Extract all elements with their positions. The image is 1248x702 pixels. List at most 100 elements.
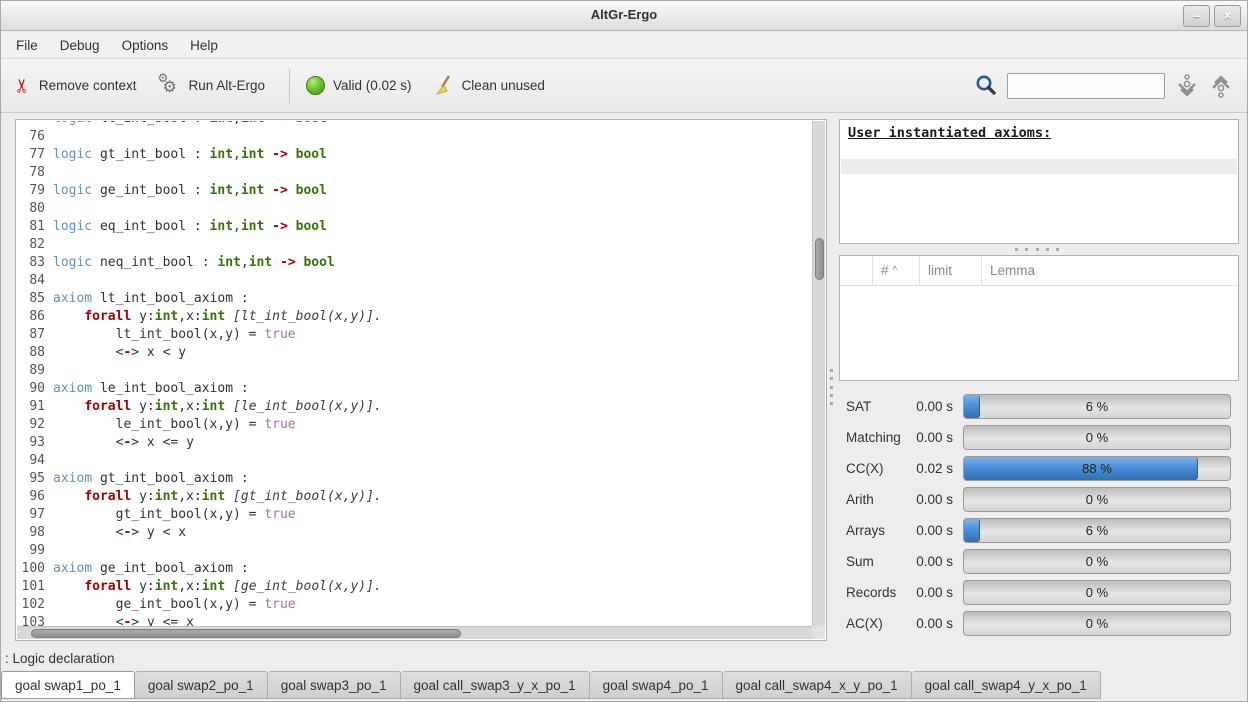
axioms-selected-row[interactable]: [841, 159, 1237, 174]
minimize-button[interactable]: –: [1183, 5, 1210, 27]
code-line-content: lt_int_bool(x,y) = true: [53, 326, 812, 344]
stat-row-acx: AC(X)0.00 s0 %: [839, 608, 1239, 639]
code-token: int: [202, 489, 225, 504]
toolbar-separator: [289, 69, 290, 103]
code-line-content: forall y:int,x:int [le_int_bool(x,y)].: [53, 398, 812, 416]
goal-tab-6[interactable]: goal call_swap4_x_y_po_1: [723, 671, 912, 699]
stat-label: CC(X): [839, 461, 905, 476]
status-bar: : Logic declaration: [1, 646, 1247, 671]
editor-horizontal-scrollbar[interactable]: [17, 626, 812, 639]
vertical-scroll-thumb[interactable]: [815, 238, 824, 280]
code-token: [53, 309, 84, 324]
line-number: 92: [17, 416, 53, 434]
instantiated-axioms-panel[interactable]: User instantiated axioms:: [839, 119, 1239, 244]
line-number: 86: [17, 308, 53, 326]
line-number: 77: [17, 146, 53, 164]
code-token: [264, 147, 272, 162]
stat-label: Records: [839, 585, 905, 600]
clean-unused-button[interactable]: Clean unused: [434, 75, 545, 97]
code-token: ->: [272, 147, 288, 162]
code-token: [lt_int_bool(x,y)].: [233, 309, 382, 324]
code-token: true: [264, 507, 295, 522]
lemma-column-header-spacer[interactable]: [840, 256, 873, 285]
lemma-table[interactable]: #^limitLemma: [839, 255, 1239, 381]
lemma-column-label: #: [881, 263, 889, 278]
code-line-content: axiom ge_int_bool_axiom :: [53, 560, 812, 578]
code-token: true: [264, 597, 295, 612]
line-number: 83: [17, 254, 53, 272]
code-token: [53, 399, 84, 414]
line-number: 80: [17, 200, 53, 218]
horizontal-splitter-handle[interactable]: [1015, 248, 1059, 251]
menu-item-file[interactable]: File: [5, 34, 49, 57]
stat-percent-text: 88 %: [964, 457, 1230, 480]
stat-row-sat: SAT0.00 s6 %: [839, 391, 1239, 422]
remove-context-label: Remove context: [39, 78, 137, 93]
code-line-content: forall y:int,x:int [ge_int_bool(x,y)].: [53, 578, 812, 596]
code-token: int: [210, 219, 233, 234]
goal-tab-1[interactable]: goal swap1_po_1: [1, 671, 135, 699]
code-line-content: <-> y < x: [53, 524, 812, 542]
code-line-content: [53, 164, 812, 182]
editor-vertical-scrollbar[interactable]: [812, 121, 825, 626]
code-line-content: ge_int_bool(x,y) = true: [53, 596, 812, 614]
stat-label: Matching: [839, 430, 905, 445]
code-token: [gt_int_bool(x,y)].: [233, 489, 382, 504]
stat-percent-text: 0 %: [964, 581, 1230, 604]
stat-row-arith: Arith0.00 s0 %: [839, 484, 1239, 515]
goal-tab-bar: goal swap1_po_1goal swap2_po_1goal swap3…: [1, 671, 1247, 702]
run-alt-ergo-label: Run Alt-Ergo: [188, 78, 265, 93]
lemma-column-header-limit[interactable]: limit: [920, 256, 982, 285]
goal-tab-3[interactable]: goal swap3_po_1: [268, 671, 401, 699]
valid-status-icon: [306, 76, 325, 95]
vertical-splitter-handle[interactable]: [830, 369, 834, 405]
code-token: int: [210, 121, 233, 126]
code-token: logic: [53, 147, 92, 162]
source-editor[interactable]: logic lt_int_bool : int,int -> bool7677l…: [15, 119, 827, 641]
menu-item-options[interactable]: Options: [111, 34, 180, 57]
code-line: 100axiom ge_int_bool_axiom :: [17, 560, 812, 578]
broom-icon: [434, 75, 454, 97]
line-number: 76: [17, 128, 53, 146]
find-next-icon[interactable]: [1175, 73, 1199, 99]
code-token: <: [53, 615, 123, 626]
code-token: neq_int_bool :: [92, 255, 217, 270]
code-line: 101 forall y:int,x:int [ge_int_bool(x,y)…: [17, 578, 812, 596]
stat-progress-bar: 0 %: [963, 549, 1231, 574]
code-line-content: <-> y <= x: [53, 614, 812, 626]
code-token: [264, 183, 272, 198]
valid-status-label: Valid (0.02 s): [333, 78, 412, 93]
stat-percent-text: 0 %: [964, 488, 1230, 511]
code-token: axiom: [53, 561, 92, 576]
search-input[interactable]: [1007, 73, 1165, 99]
code-token: forall: [84, 399, 131, 414]
code-line-content: [53, 452, 812, 470]
code-line: 95axiom gt_int_bool_axiom :: [17, 470, 812, 488]
menu-item-debug[interactable]: Debug: [49, 34, 111, 57]
stat-label: Sum: [839, 554, 905, 569]
code-token: lt_int_bool :: [92, 121, 209, 126]
run-alt-ergo-button[interactable]: ⚙⚙ Run Alt-Ergo: [158, 75, 265, 97]
line-number: 97: [17, 506, 53, 524]
goal-tab-7[interactable]: goal call_swap4_y_x_po_1: [912, 671, 1101, 699]
menu-item-help[interactable]: Help: [179, 34, 229, 57]
find-previous-icon[interactable]: [1209, 73, 1233, 99]
code-token: lt_int_bool(x,y) =: [53, 327, 264, 342]
title-bar: AltGr-Ergo – ×: [1, 1, 1247, 31]
code-token: int: [210, 147, 233, 162]
lemma-column-header-lemma[interactable]: Lemma: [982, 256, 1238, 285]
goal-tab-2[interactable]: goal swap2_po_1: [135, 671, 268, 699]
stat-progress-bar: 6 %: [963, 394, 1231, 419]
code-line-content: logic neq_int_bool : int,int -> bool: [53, 254, 812, 272]
close-button[interactable]: ×: [1214, 5, 1241, 27]
lemma-column-header-#[interactable]: #^: [873, 256, 920, 285]
code-line-content: axiom gt_int_bool_axiom :: [53, 470, 812, 488]
code-token: > x <= y: [131, 435, 194, 450]
remove-context-button[interactable]: ✂ Remove context: [15, 76, 136, 95]
code-line: 94: [17, 452, 812, 470]
goal-tab-4[interactable]: goal call_swap3_y_x_po_1: [401, 671, 590, 699]
horizontal-scroll-thumb[interactable]: [31, 629, 461, 638]
goal-tab-5[interactable]: goal swap4_po_1: [590, 671, 723, 699]
stat-percent-text: 6 %: [964, 395, 1230, 418]
code-token: ,: [233, 183, 241, 198]
